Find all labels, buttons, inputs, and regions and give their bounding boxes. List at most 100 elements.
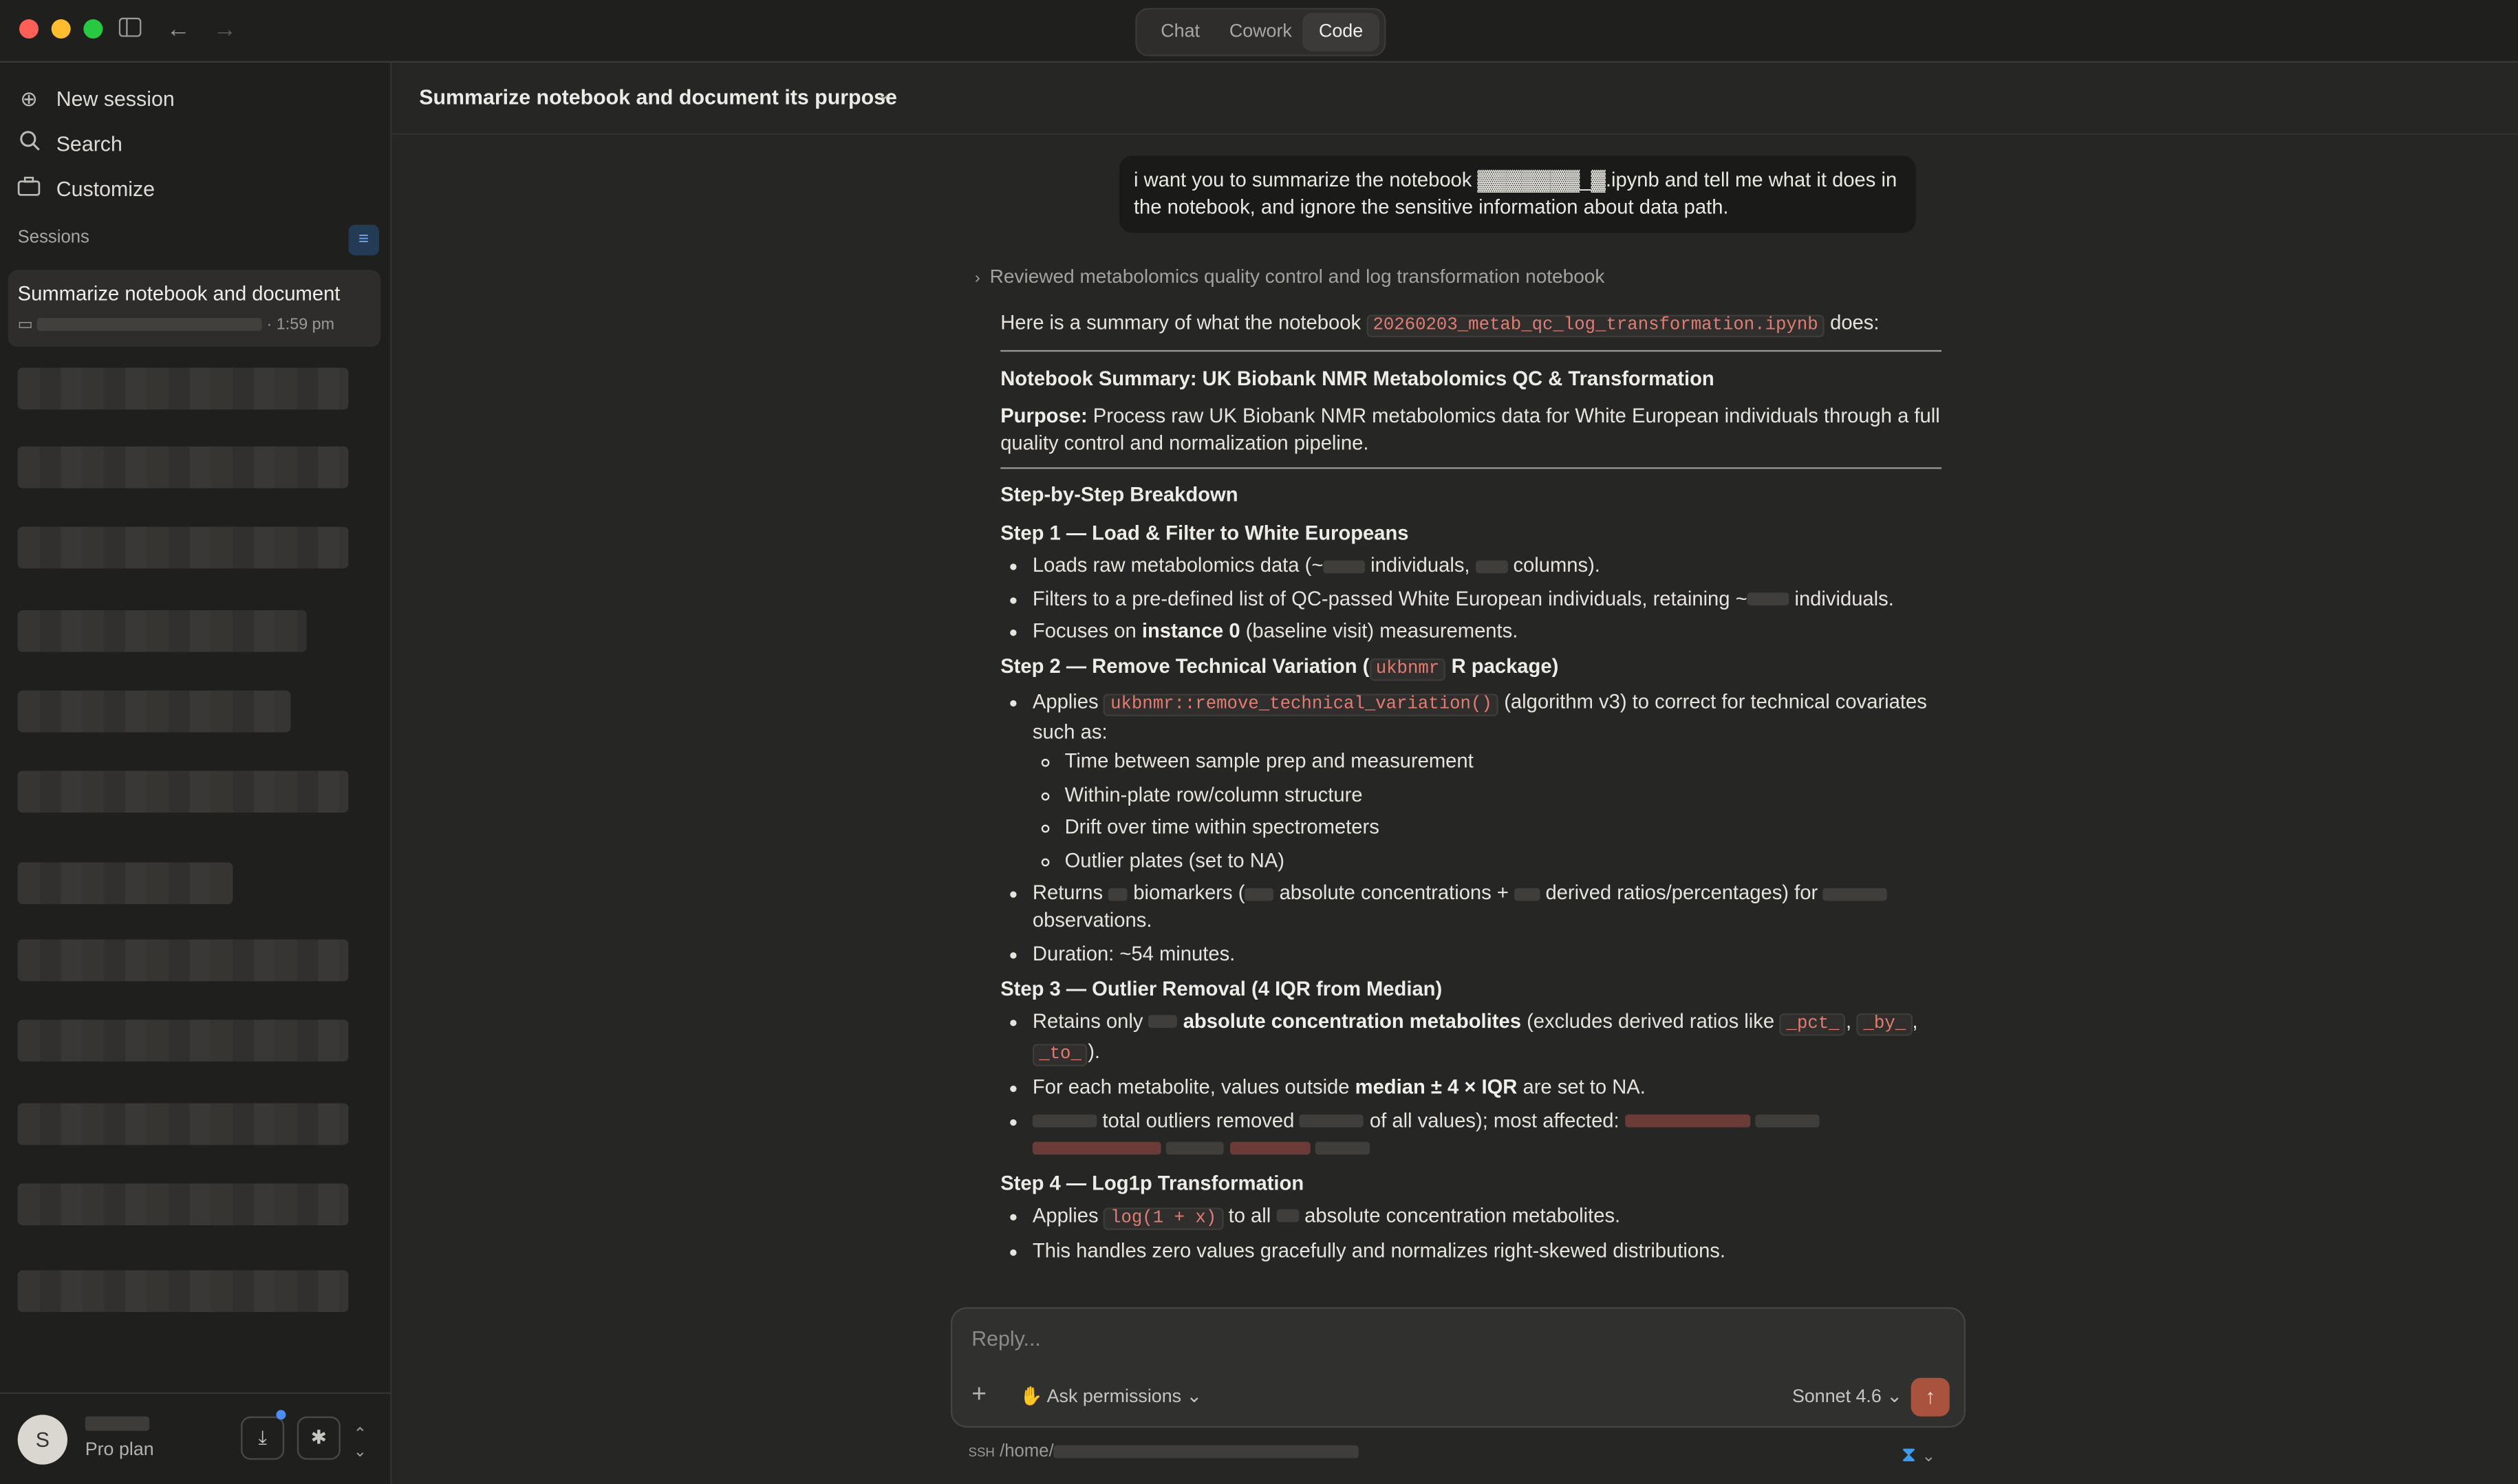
session-item-redacted[interactable] [17, 1270, 349, 1313]
plus-icon: ⊕ [20, 87, 38, 111]
redacted-path [1053, 1445, 1359, 1459]
path-text: /home/ [1000, 1442, 1054, 1462]
customize-button[interactable]: Customize [16, 172, 155, 207]
list-item: Applies ukbnmr::remove_technical_variati… [1033, 689, 1941, 874]
session-title: Summarize notebook and document [17, 282, 341, 305]
purpose-paragraph: Purpose: Process raw UK Biobank NMR meta… [1000, 403, 1941, 458]
conversation-header: Summarize notebook and document its purp… [391, 63, 2518, 136]
step3-heading: Step 3 — Outlier Removal (4 IQR from Med… [1000, 977, 1443, 1000]
composer: + ✋ Ask permissions ⌄ Sonnet 4.6 ⌄ ↑ [950, 1307, 1966, 1428]
step4-list: Applies log(1 + x) to all absolute conce… [1000, 1202, 1941, 1265]
session-item-redacted[interactable] [17, 1020, 349, 1062]
title-bar: ← → Chat Cowork Code [0, 0, 2518, 63]
list-item: Retains only absolute concentration meta… [1032, 1008, 1941, 1069]
session-item-redacted[interactable] [17, 690, 291, 733]
sidebar-footer: S Pro plan ⤓ ✱ ⌃ ⌄ [0, 1392, 391, 1484]
close-window-button[interactable] [19, 19, 39, 39]
list-item: Loads raw metabolomics data (~ individua… [1033, 552, 1941, 580]
response-title: Notebook Summary: UK Biobank NMR Metabol… [1000, 367, 1714, 391]
chevron-right-icon: › [974, 270, 980, 288]
add-attachment-icon[interactable]: + [971, 1381, 987, 1410]
chevron-down-icon: ⌄ [1886, 1387, 1902, 1407]
zoom-window-button[interactable] [83, 19, 103, 39]
reviewed-toggle[interactable]: › Reviewed metabolomics quality control a… [975, 265, 1605, 288]
session-time: · 1:59 pm [266, 316, 335, 334]
list-item: Time between sample prep and measurement [1065, 749, 1941, 776]
avatar[interactable]: S [17, 1415, 68, 1465]
step4-heading: Step 4 — Log1p Transformation [1000, 1171, 1304, 1194]
model-selector[interactable]: Sonnet 4.6 ⌄ [1792, 1384, 1902, 1407]
search-icon [16, 127, 41, 162]
tab-cowork[interactable]: Cowork [1220, 13, 1301, 52]
intro-text: does: [1824, 311, 1880, 334]
list-item: Outlier plates (set to NA) [1065, 847, 1941, 874]
list-item: For each metabolite, values outside medi… [1033, 1075, 1941, 1102]
list-item: Filters to a pre-defined list of QC-pass… [1033, 585, 1941, 613]
minimize-window-button[interactable] [51, 19, 71, 39]
page-title[interactable]: Summarize notebook and document its purp… [419, 85, 897, 109]
divider [1000, 467, 1942, 469]
arrow-up-icon: ↑ [1925, 1384, 1936, 1409]
model-label: Sonnet 4.6 [1791, 1387, 1882, 1407]
session-item-redacted[interactable] [17, 939, 349, 982]
purpose-text: Process raw UK Biobank NMR metabolomics … [1000, 405, 1940, 455]
session-meta: ▭ · 1:59 pm [18, 316, 334, 334]
chevron-down-icon[interactable]: ⌄ [1922, 1448, 1935, 1466]
step1-heading: Step 1 — Load & Filter to White European… [1000, 521, 1409, 545]
new-session-button[interactable]: ⊕ New session [16, 82, 174, 117]
sublist: Time between sample prep and measurement… [1033, 749, 1941, 874]
filter-icon[interactable]: ≡ [348, 224, 379, 256]
reply-input[interactable] [968, 1324, 1939, 1353]
search-button[interactable]: Search [16, 127, 122, 162]
session-item-redacted[interactable] [17, 862, 233, 905]
sessions-heading: Sessions [17, 228, 89, 248]
bug-icon[interactable]: ✱ [297, 1416, 341, 1460]
breakdown-heading: Step-by-Step Breakdown [1000, 483, 1238, 506]
list-item: Duration: ~54 minutes. [1033, 940, 1941, 968]
sidebar: ⊕ New session Search Customize Sessions ≡… [0, 63, 392, 1484]
sidebar-toggle-icon[interactable] [116, 16, 144, 45]
customize-label: Customize [56, 176, 155, 201]
hand-icon: ✋ [1020, 1387, 1043, 1407]
back-arrow-icon[interactable]: ← [164, 16, 193, 45]
step2-heading: Step 2 — Remove Technical Variation (ukb… [1000, 654, 1941, 684]
list-item: Drift over time within spectrometers [1065, 814, 1941, 841]
step1-list: Loads raw metabolomics data (~ individua… [1000, 552, 1941, 645]
list-item: Focuses on instance 0 (baseline visit) m… [1033, 619, 1941, 646]
plan-label: Pro plan [85, 1440, 154, 1460]
forward-arrow-icon[interactable]: → [211, 16, 239, 45]
step3-list: Retains only absolute concentration meta… [1000, 1008, 1941, 1162]
chevron-down-icon: ⌄ [1186, 1387, 1203, 1407]
send-button[interactable]: ↑ [1911, 1377, 1950, 1417]
chevron-down-icon[interactable]: ⌄ [876, 83, 892, 105]
permissions-dropdown[interactable]: ✋ Ask permissions ⌄ [1020, 1384, 1202, 1407]
session-item-redacted[interactable] [17, 610, 307, 652]
monitor-icon: ▭ [17, 316, 33, 334]
chevron-updown-icon[interactable]: ⌃ ⌄ [354, 1426, 367, 1461]
intro-line: Here is a summary of what the notebook 2… [1000, 310, 1942, 352]
vscode-icon[interactable]: ⧗ ⌄ [1902, 1442, 1935, 1467]
list-item: Returns biomarkers ( absolute concentrat… [1033, 880, 1941, 934]
list-item: Applies log(1 + x) to all absolute conce… [1033, 1202, 1941, 1232]
session-item-redacted[interactable] [17, 367, 349, 410]
briefcase-icon [16, 172, 41, 207]
tab-chat[interactable]: Chat [1145, 13, 1216, 52]
reviewed-label: Reviewed metabolomics quality control an… [989, 265, 1605, 288]
new-session-label: New session [56, 87, 175, 111]
session-item-redacted[interactable] [17, 526, 349, 569]
list-item: Within-plate row/column structure [1065, 782, 1941, 809]
search-label: Search [56, 131, 122, 156]
user-name-redacted [85, 1416, 150, 1431]
session-item-redacted[interactable] [17, 771, 349, 813]
session-item-redacted[interactable] [17, 446, 349, 488]
tab-code[interactable]: Code [1302, 12, 1380, 52]
user-message: i want you to summarize the notebook ▓▓▓… [1119, 155, 1916, 233]
session-item-redacted[interactable] [17, 1103, 349, 1146]
session-item-redacted[interactable] [17, 1183, 349, 1225]
list-item: This handles zero values gracefully and … [1033, 1238, 1941, 1266]
mode-switcher: Chat Cowork Code [1135, 8, 1386, 56]
assistant-response: Here is a summary of what the notebook 2… [1000, 310, 1942, 1271]
step2-list: Applies ukbnmr::remove_technical_variati… [1000, 689, 1941, 967]
download-icon[interactable]: ⤓ [241, 1416, 285, 1460]
session-item-active[interactable]: Summarize notebook and document ▭ · 1:59… [8, 270, 381, 347]
